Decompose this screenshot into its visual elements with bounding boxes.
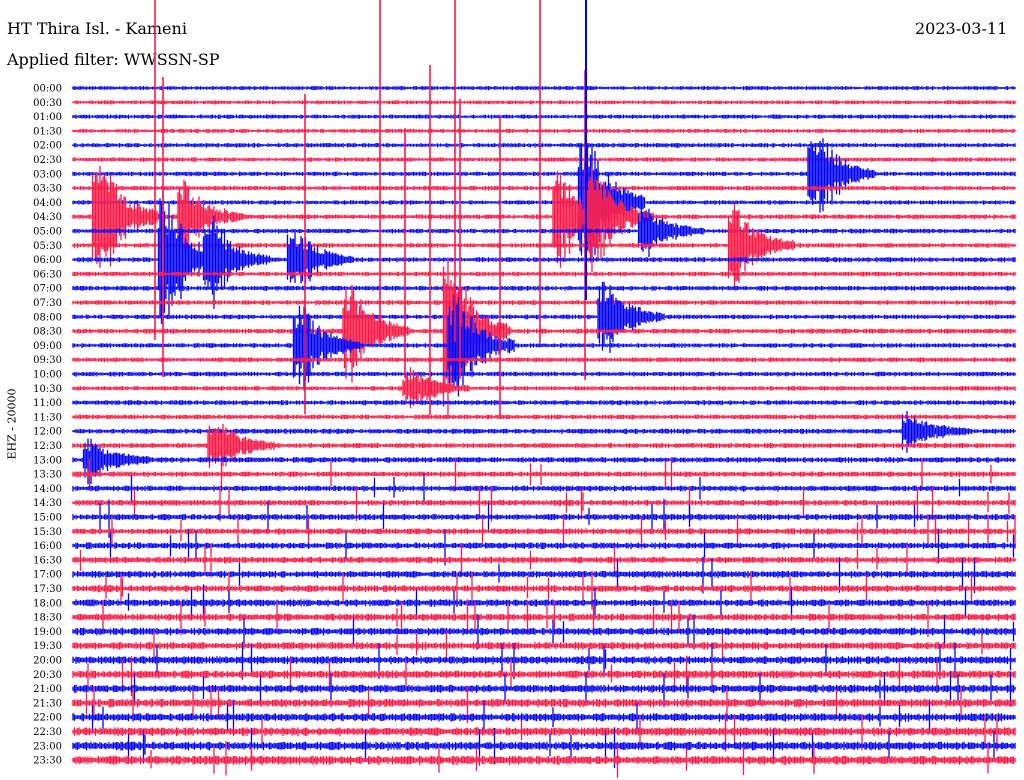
- time-label: 03:00: [33, 169, 62, 180]
- trace-row-0330: [72, 185, 1016, 191]
- time-label: 09:30: [33, 355, 62, 366]
- helicorder-plot: 00:00 00:30 01:00 01:30 02:00 02:30 03:00 03:30…: [33, 0, 1016, 778]
- time-label: 21:00: [33, 684, 62, 695]
- trace-row-0030: [72, 100, 1016, 105]
- trace-row-0230: [72, 157, 1016, 162]
- time-label: 11:00: [33, 398, 62, 409]
- trace-row-0930: [72, 357, 1016, 363]
- time-label: 17:00: [33, 570, 62, 581]
- time-label: 18:30: [33, 613, 62, 624]
- time-label: 02:30: [33, 155, 62, 166]
- time-label: 13:00: [33, 455, 62, 466]
- time-label: 01:00: [33, 112, 62, 123]
- time-label: 04:00: [33, 198, 62, 209]
- trace-row-0100: [72, 114, 1016, 119]
- time-label: 14:30: [33, 498, 62, 509]
- trace-row-0130: [72, 128, 1016, 134]
- trace-group: [72, 0, 1016, 778]
- time-label: 21:30: [33, 698, 62, 709]
- time-label: 08:00: [33, 312, 62, 323]
- time-label: 19:30: [33, 641, 62, 652]
- time-label: 18:00: [33, 598, 62, 609]
- time-label: 10:00: [33, 370, 62, 381]
- time-label: 14:00: [33, 484, 62, 495]
- time-label: 03:30: [33, 184, 62, 195]
- time-label: 05:30: [33, 241, 62, 252]
- time-label: 23:30: [33, 756, 62, 767]
- time-label: 22:00: [33, 713, 62, 724]
- trace-row-1130: [72, 414, 1016, 420]
- time-label: 20:30: [33, 670, 62, 681]
- time-label: 00:00: [33, 84, 62, 95]
- time-label: 07:30: [33, 298, 62, 309]
- time-label: 11:30: [33, 412, 62, 423]
- time-label: 00:30: [33, 98, 62, 109]
- trace-row-0200: [72, 143, 1016, 148]
- time-label: 10:30: [33, 384, 62, 395]
- time-label: 17:30: [33, 584, 62, 595]
- time-label: 19:00: [33, 627, 62, 638]
- trace-row-0000: [72, 86, 1016, 91]
- time-label: 12:30: [33, 441, 62, 452]
- trace-row-0900: [72, 294, 1016, 397]
- time-label: 02:00: [33, 141, 62, 152]
- trace-row-1400: [72, 473, 1016, 505]
- time-label: 04:30: [33, 212, 62, 223]
- time-label: 05:00: [33, 227, 62, 238]
- time-label: 06:00: [33, 255, 62, 266]
- time-label: 15:30: [33, 527, 62, 538]
- trace-row-0630: [72, 271, 1016, 277]
- time-label: 16:00: [33, 541, 62, 552]
- time-label: 15:00: [33, 513, 62, 524]
- time-label: 13:30: [33, 470, 62, 481]
- time-label-group: 00:00 00:30 01:00 01:30 02:00 02:30 03:00 03:30…: [33, 84, 62, 767]
- trace-row-1100: [72, 400, 1016, 406]
- time-label: 20:00: [33, 656, 62, 667]
- time-label: 09:00: [33, 341, 62, 352]
- time-label: 07:00: [33, 284, 62, 295]
- time-label: 06:30: [33, 269, 62, 280]
- time-label: 12:00: [33, 427, 62, 438]
- time-label: 08:30: [33, 327, 62, 338]
- time-label: 22:30: [33, 727, 62, 738]
- time-label: 16:30: [33, 555, 62, 566]
- time-label: 01:30: [33, 126, 62, 137]
- time-label: 23:00: [33, 741, 62, 752]
- trace-row-1000: [72, 371, 1016, 377]
